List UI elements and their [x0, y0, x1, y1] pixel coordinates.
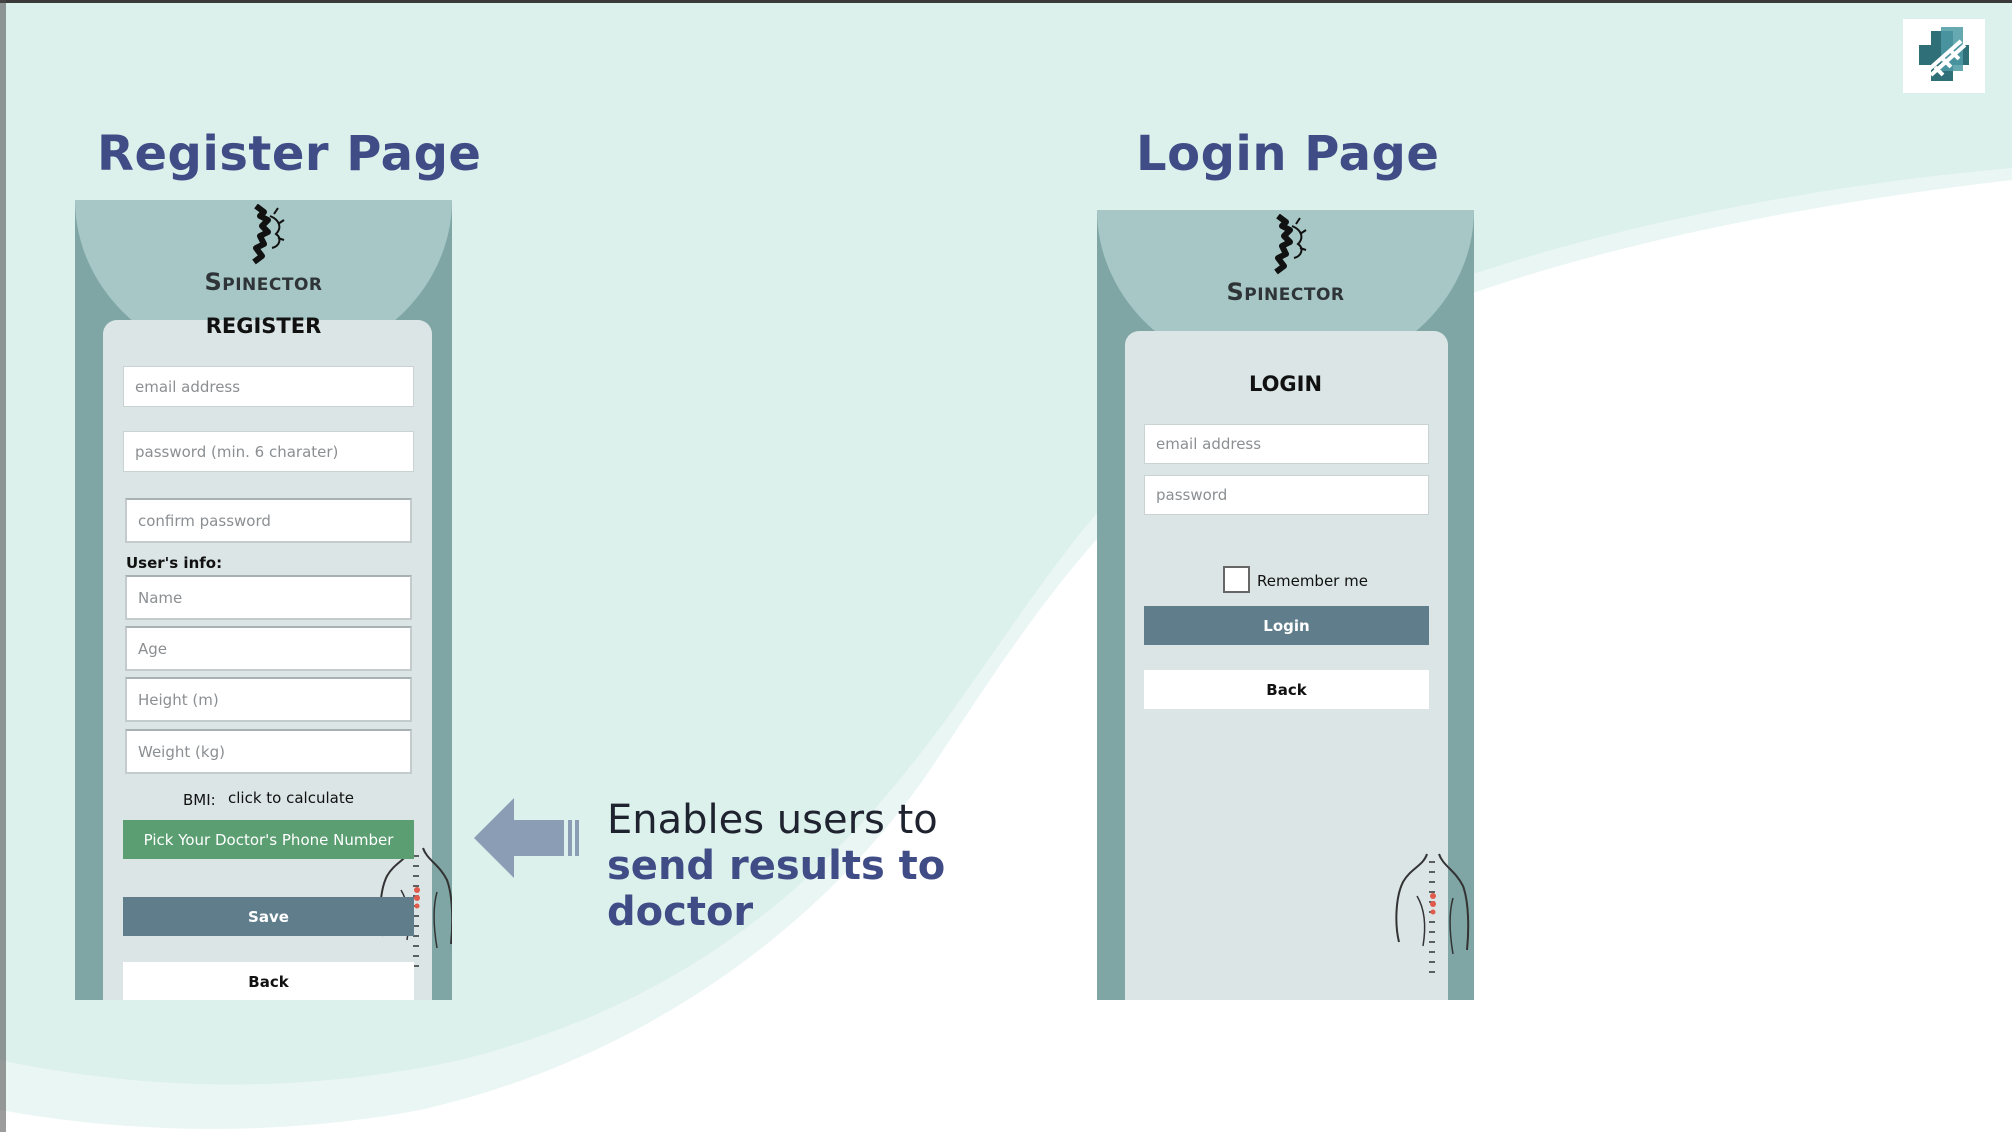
register-brand-name: Spinector: [204, 268, 323, 296]
height-input[interactable]: [125, 677, 412, 722]
register-password-input[interactable]: [123, 431, 414, 472]
register-back-button[interactable]: Back: [123, 962, 414, 1000]
pick-doctor-phone-button[interactable]: Pick Your Doctor's Phone Number: [123, 820, 414, 859]
name-input[interactable]: [125, 575, 412, 620]
login-password-input[interactable]: [1144, 475, 1429, 515]
caption-emphasis: send results to doctor: [607, 843, 946, 935]
login-email-input[interactable]: [1144, 424, 1429, 464]
bmi-calculate-link[interactable]: click to calculate: [228, 789, 354, 807]
login-button[interactable]: Login: [1144, 606, 1429, 645]
login-page-heading: Login Page: [1136, 126, 1440, 182]
register-page-heading: Register Page: [97, 126, 482, 182]
medical-cross-logo-icon: [1919, 27, 1969, 81]
feature-caption: Enables users to send results to doctor: [607, 797, 1027, 935]
save-button[interactable]: Save: [123, 897, 414, 936]
register-phone-mockup: Spinector REGISTER User's info: BMI: cli…: [75, 200, 452, 1000]
age-input[interactable]: [125, 626, 412, 671]
medical-cross-logo: [1903, 19, 1985, 93]
left-arrow-icon: [474, 798, 579, 878]
spinector-logo-icon: [1273, 214, 1307, 275]
register-email-input[interactable]: [123, 366, 414, 407]
login-title: LOGIN: [1248, 372, 1323, 396]
login-back-button[interactable]: Back: [1144, 670, 1429, 709]
login-brand-name: Spinector: [1226, 278, 1345, 306]
remember-me-checkbox[interactable]: [1223, 566, 1250, 593]
torso-spine-icon: [1395, 853, 1470, 973]
remember-me-label: Remember me: [1257, 572, 1368, 590]
users-info-label: User's info:: [126, 554, 223, 572]
bmi-label: BMI:: [183, 791, 216, 809]
login-phone-mockup: Spinector LOGIN Remember me Login Back: [1097, 210, 1474, 1000]
register-confirm-password-input[interactable]: [125, 498, 412, 543]
register-title: REGISTER: [205, 314, 322, 338]
caption-lead: Enables users to: [607, 797, 938, 843]
weight-input[interactable]: [125, 729, 412, 774]
spinector-logo-icon: [251, 204, 285, 265]
